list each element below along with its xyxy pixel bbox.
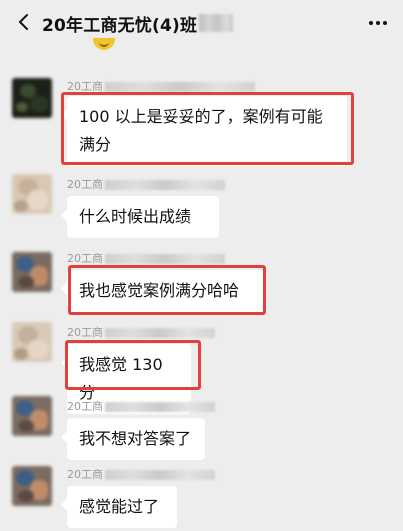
message-text: 我也感觉案例满分哈哈 xyxy=(79,281,240,300)
message-text: 感觉能过了 xyxy=(79,497,160,516)
chat-header: 20年工商无忧(4)班 xyxy=(0,0,403,46)
message-text: 什么时候出成绩 xyxy=(79,207,192,226)
message-text: 我不想对答案了 xyxy=(79,429,192,448)
avatar[interactable] xyxy=(12,78,52,118)
message-text: 我感觉 130 分 xyxy=(79,355,163,402)
message-bubble[interactable]: 感觉能过了 xyxy=(61,486,177,528)
message-text: 100 以上是妥妥的了，案例有可能满分 xyxy=(79,107,323,154)
message-bubble[interactable]: 我不想对答案了 xyxy=(61,418,205,460)
more-button[interactable] xyxy=(367,14,389,32)
message-bubble[interactable]: 我也感觉案例满分哈哈 xyxy=(61,270,265,312)
sender-name: 20工商 xyxy=(67,176,225,192)
sender-name: 20工商 xyxy=(67,398,215,414)
message-bubble[interactable]: 100 以上是妥妥的了，案例有可能满分 xyxy=(61,96,347,166)
chevron-left-icon xyxy=(19,14,28,30)
avatar[interactable] xyxy=(12,322,52,362)
avatar[interactable] xyxy=(12,252,52,292)
avatar[interactable] xyxy=(12,466,52,506)
sender-name: 20工商 xyxy=(67,324,215,340)
sender-name: 20工商 xyxy=(67,78,255,94)
avatar[interactable] xyxy=(12,396,52,436)
title-redaction xyxy=(199,14,234,32)
chat-title-area: 20年工商无忧(4)班 xyxy=(42,10,234,36)
chat-title: 20年工商无忧(4)班 xyxy=(42,15,198,36)
sender-name: 20工商 xyxy=(67,250,225,266)
message-bubble[interactable]: 什么时候出成绩 xyxy=(61,196,219,238)
emoji-sticker-icon xyxy=(93,38,115,50)
more-dots-icon xyxy=(369,21,387,25)
sender-name: 20工商 xyxy=(67,466,215,482)
back-button[interactable] xyxy=(14,12,34,32)
avatar[interactable] xyxy=(12,174,52,214)
